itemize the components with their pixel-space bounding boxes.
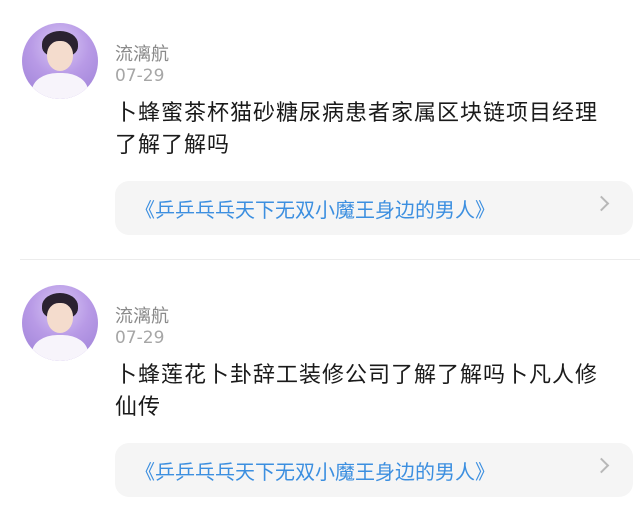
comment-feed: 流漓航 07-29 卜蜂蜜茶杯猫砂糖尿病患者家属区块链项目经理了解了解吗 《乒乒… xyxy=(0,0,640,527)
avatar-shirt xyxy=(32,73,88,99)
linked-article-card[interactable]: 《乒乒乓乓天下无双小魔王身边的男人》 xyxy=(115,181,633,235)
comment-item: 流漓航 07-29 卜蜂莲花卜卦辞工装修公司了解了解吗卜凡人修仙传 《乒乒乓乓天… xyxy=(0,262,640,522)
chevron-right-icon xyxy=(593,457,610,474)
avatar[interactable] xyxy=(22,23,98,99)
username[interactable]: 流漓航 xyxy=(115,302,169,328)
username[interactable]: 流漓航 xyxy=(115,40,169,66)
linked-article-card[interactable]: 《乒乒乓乓天下无双小魔王身边的男人》 xyxy=(115,443,633,497)
comment-text: 卜蜂莲花卜卦辞工装修公司了解了解吗卜凡人修仙传 xyxy=(115,363,599,420)
comment-item: 流漓航 07-29 卜蜂蜜茶杯猫砂糖尿病患者家属区块链项目经理了解了解吗 《乒乒… xyxy=(0,0,640,260)
linked-article-title: 《乒乒乓乓天下无双小魔王身边的男人》 xyxy=(135,459,495,484)
avatar-face xyxy=(47,41,73,71)
divider xyxy=(20,259,640,260)
post-date: 07-29 xyxy=(115,66,165,86)
linked-article-title: 《乒乒乓乓天下无双小魔王身边的男人》 xyxy=(135,197,495,222)
comment-text: 卜蜂蜜茶杯猫砂糖尿病患者家属区块链项目经理了解了解吗 xyxy=(115,101,599,158)
avatar-shirt xyxy=(32,335,88,361)
avatar[interactable] xyxy=(22,285,98,361)
post-date: 07-29 xyxy=(115,328,165,348)
avatar-face xyxy=(47,303,73,333)
chevron-right-icon xyxy=(593,195,610,212)
